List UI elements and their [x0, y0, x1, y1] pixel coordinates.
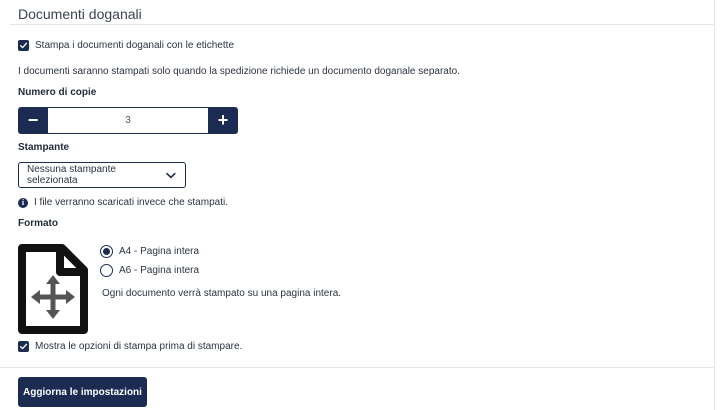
show-print-options-option[interactable]: Mostra le opzioni di stampa prima di sta… — [18, 341, 242, 352]
section-title: Documenti doganali — [18, 6, 142, 22]
format-option-a6[interactable]: A6 - Pagina intera — [100, 264, 199, 277]
format-a6-radio[interactable] — [100, 264, 113, 277]
printer-select[interactable]: Nessuna stampante selezionata — [18, 162, 186, 188]
print-with-labels-option[interactable]: Stampa i documenti doganali con le etich… — [18, 40, 234, 51]
file-move-icon — [18, 244, 88, 334]
title-divider — [10, 24, 715, 25]
printer-hint-text: I file verranno scaricati invece che sta… — [34, 197, 228, 208]
info-text: I documenti saranno stampati solo quando… — [18, 66, 460, 77]
chevron-down-icon — [166, 172, 176, 178]
format-a4-radio[interactable] — [100, 245, 113, 258]
show-print-options-label: Mostra le opzioni di stampa prima di sta… — [35, 341, 243, 352]
print-with-labels-checkbox[interactable] — [18, 40, 29, 51]
copies-stepper[interactable]: − 3 + — [18, 107, 238, 134]
format-option-a4[interactable]: A4 - Pagina intera — [100, 245, 199, 258]
increase-copies-button[interactable]: + — [208, 107, 238, 134]
print-with-labels-label: Stampa i documenti doganali con le etich… — [35, 40, 235, 51]
show-print-options-checkbox[interactable] — [18, 341, 29, 352]
update-settings-button[interactable]: Aggiorna le impostazioni — [18, 377, 147, 407]
format-a4-label: A4 - Pagina intera — [119, 246, 200, 257]
radio-selected-dot — [103, 248, 110, 255]
printer-label: Stampante — [18, 142, 70, 153]
format-a6-label: A6 - Pagina intera — [119, 265, 200, 276]
checkmark-icon — [19, 343, 28, 350]
decrease-copies-button[interactable]: − — [18, 107, 48, 134]
format-description: Ogni documento verrà stampato su una pag… — [102, 288, 341, 299]
copies-input[interactable]: 3 — [48, 107, 208, 134]
info-icon: i — [18, 197, 28, 208]
copies-label: Numero di copie — [18, 87, 97, 98]
format-label: Formato — [18, 218, 58, 229]
customs-documents-panel: Documenti doganali Stampa i documenti do… — [0, 0, 715, 410]
format-description-text: Ogni documento verrà stampato su una pag… — [102, 288, 342, 299]
footer-divider — [0, 367, 715, 368]
printer-hint: i I file verranno scaricati invece che s… — [18, 197, 228, 208]
info-text-content: I documenti saranno stampati solo quando… — [18, 66, 460, 77]
panel-right-border — [714, 0, 715, 410]
checkmark-icon — [19, 42, 28, 49]
printer-select-value: Nessuna stampante selezionata — [27, 164, 116, 186]
